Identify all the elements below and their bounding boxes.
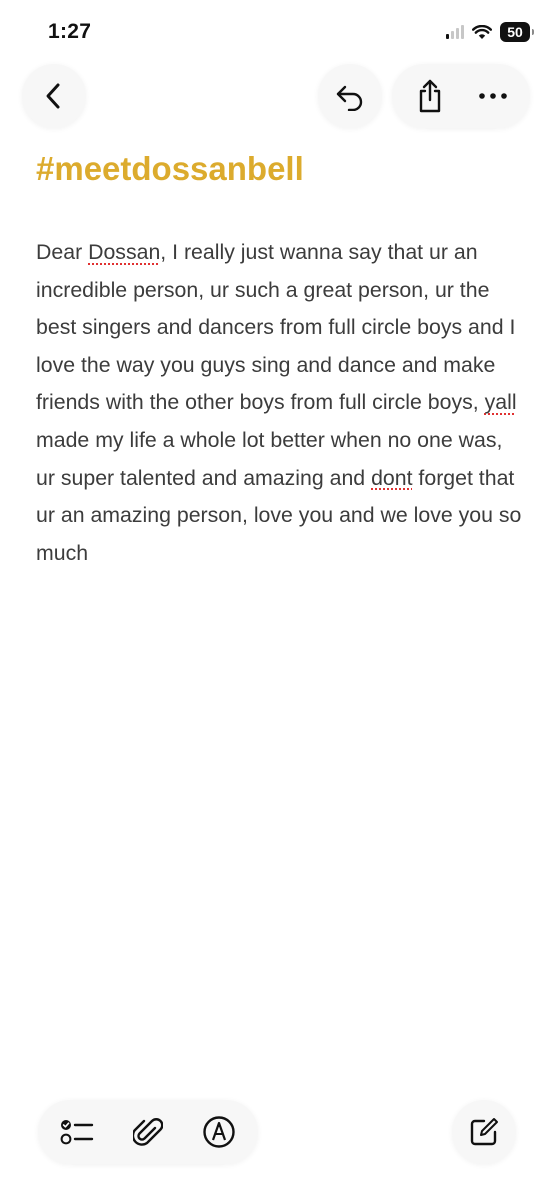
misspelled-word[interactable]: Dossan [88, 240, 160, 264]
markup-button[interactable] [191, 1104, 247, 1160]
checklist-button[interactable] [49, 1104, 105, 1160]
paperclip-icon [132, 1118, 163, 1146]
battery-level: 50 [507, 24, 523, 40]
attachment-button[interactable] [120, 1104, 176, 1160]
share-icon [419, 79, 440, 113]
more-ellipsis-icon [478, 93, 507, 99]
note-body[interactable]: Dear Dossan, I really just wanna say tha… [36, 234, 526, 572]
more-button[interactable] [465, 68, 521, 124]
status-bar: 1:27 50 [0, 0, 554, 60]
status-icons: 50 [446, 22, 534, 42]
battery-icon: 50 [500, 22, 534, 42]
compose-button[interactable] [452, 1100, 516, 1164]
misspelled-word[interactable]: yall [485, 390, 517, 414]
back-chevron-icon [46, 83, 60, 109]
note-actions-group [392, 64, 530, 128]
compose-icon [470, 1118, 498, 1146]
back-button[interactable] [22, 64, 86, 128]
checklist-icon [60, 1120, 94, 1145]
body-text: Dear [36, 240, 89, 264]
misspelled-word[interactable]: dont [371, 466, 412, 490]
undo-icon [336, 85, 363, 111]
note-title[interactable]: #meetdossanbell [36, 150, 304, 188]
share-button[interactable] [402, 68, 458, 124]
undo-button[interactable] [318, 64, 382, 128]
wifi-icon [472, 24, 492, 39]
status-time: 1:27 [48, 20, 92, 43]
body-text: , I really just wanna say that ur an inc… [36, 240, 516, 415]
cellular-signal-icon [446, 25, 464, 39]
bottom-toolbar [38, 1100, 258, 1164]
markup-pen-icon [202, 1116, 235, 1148]
